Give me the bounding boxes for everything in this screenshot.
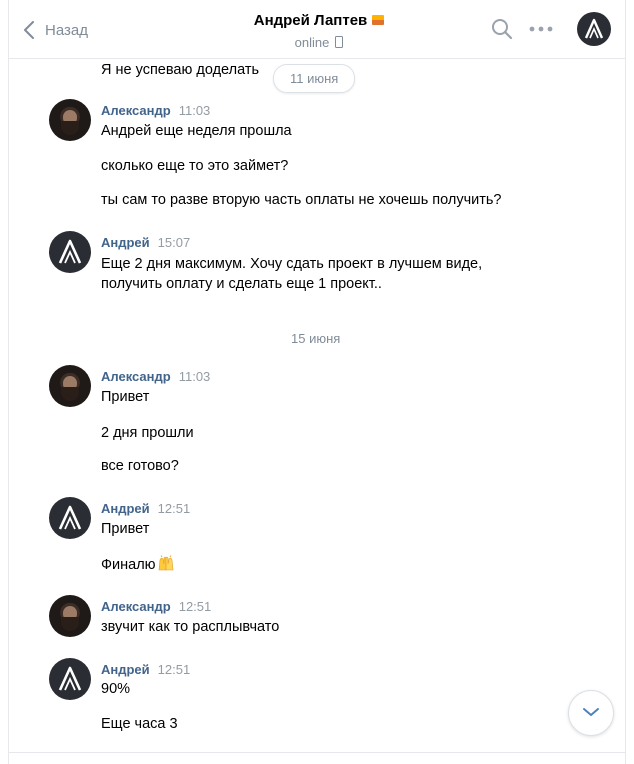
message-text: звучит как то расплывчато <box>101 619 280 635</box>
avatar[interactable] <box>49 595 91 637</box>
logo-a-icon <box>58 505 82 530</box>
logo-a-icon <box>58 666 82 691</box>
message-time: 12:51 <box>178 599 212 614</box>
message-history: Я не успеваю доделать 11 июня Александр 1… <box>9 59 625 764</box>
message-text: Финалю <box>101 557 156 573</box>
avatar[interactable] <box>49 231 91 273</box>
sender-name-text: Александр <box>101 103 171 118</box>
sender-name[interactable]: Андрей 15:07 <box>101 235 190 250</box>
message-time: 11:03 <box>178 369 211 384</box>
scroll-down-button[interactable] <box>568 690 614 736</box>
date-separator: 15 июня <box>291 331 341 346</box>
more-button[interactable] <box>529 22 553 41</box>
message-text: Я не успеваю доделать <box>101 62 260 78</box>
divider <box>9 752 625 753</box>
sender-name[interactable]: Андрей 12:51 <box>101 662 190 677</box>
mobile-icon <box>335 36 344 48</box>
sender-name[interactable]: Александр 12:51 <box>101 599 211 614</box>
message-text: Еще часа 3 <box>101 716 178 732</box>
message-time: 12:51 <box>157 501 191 516</box>
message-time: 15:07 <box>157 235 191 250</box>
message-text: ты сам то разве вторую часть оплаты не х… <box>101 192 502 208</box>
message-text: все готово? <box>101 458 179 474</box>
avatar[interactable] <box>49 99 91 141</box>
online-status: online <box>219 35 419 50</box>
avatar-beard <box>61 387 79 401</box>
message-text: 90% <box>101 681 131 697</box>
message-with-emoji: Финалю <box>101 554 175 575</box>
sender-name-text: Александр <box>101 369 171 384</box>
raised-hands-emoji-icon <box>158 555 173 571</box>
logo-a-icon <box>58 239 82 264</box>
message-text: получить оплату и сделать еще 1 проект.. <box>101 276 382 292</box>
contact-avatar[interactable] <box>577 12 611 46</box>
message-text: сколько еще то это займет? <box>101 158 289 174</box>
message-text: 2 дня прошли <box>101 425 194 441</box>
avatar[interactable] <box>49 365 91 407</box>
back-button[interactable]: Назад <box>23 19 88 41</box>
avatar-beard <box>61 617 79 631</box>
contact-name-row: Андрей Лаптев <box>219 12 419 29</box>
sender-name[interactable]: Александр 11:03 <box>101 103 210 118</box>
message-time: 11:03 <box>178 103 211 118</box>
avatar[interactable] <box>49 658 91 700</box>
chevron-left-icon <box>24 21 34 39</box>
contact-info[interactable]: Андрей Лаптев online <box>219 12 419 50</box>
contact-name: Андрей Лаптев <box>253 12 368 29</box>
logo-a-icon <box>584 18 604 39</box>
avatar-beard <box>61 121 79 135</box>
sender-name-text: Андрей <box>101 501 150 516</box>
sender-name[interactable]: Александр 11:03 <box>101 369 210 384</box>
chevron-down-icon <box>583 708 599 716</box>
date-separator: 11 июня <box>273 64 356 93</box>
back-label: Назад <box>45 21 88 39</box>
message-text: Еще 2 дня максимум. Хочу сдать проект в … <box>101 256 483 272</box>
chat-window: Назад Андрей Лаптев online Я не успеваю … <box>8 0 626 764</box>
sunset-emoji-icon <box>372 15 385 25</box>
message-text: Привет <box>101 389 150 405</box>
sender-name-text: Андрей <box>101 662 150 677</box>
search-button[interactable] <box>491 18 513 45</box>
message-text: Привет <box>101 521 150 537</box>
more-horizontal-icon <box>529 26 553 32</box>
message-text: Андрей еще неделя прошла <box>101 123 292 139</box>
chat-header: Назад Андрей Лаптев online <box>9 0 625 59</box>
sender-name[interactable]: Андрей 12:51 <box>101 501 190 516</box>
avatar[interactable] <box>49 497 91 539</box>
message-time: 12:51 <box>157 662 191 677</box>
sender-name-text: Александр <box>101 599 171 614</box>
search-icon <box>492 19 513 40</box>
status-text: online <box>294 35 330 50</box>
sender-name-text: Андрей <box>101 235 150 250</box>
